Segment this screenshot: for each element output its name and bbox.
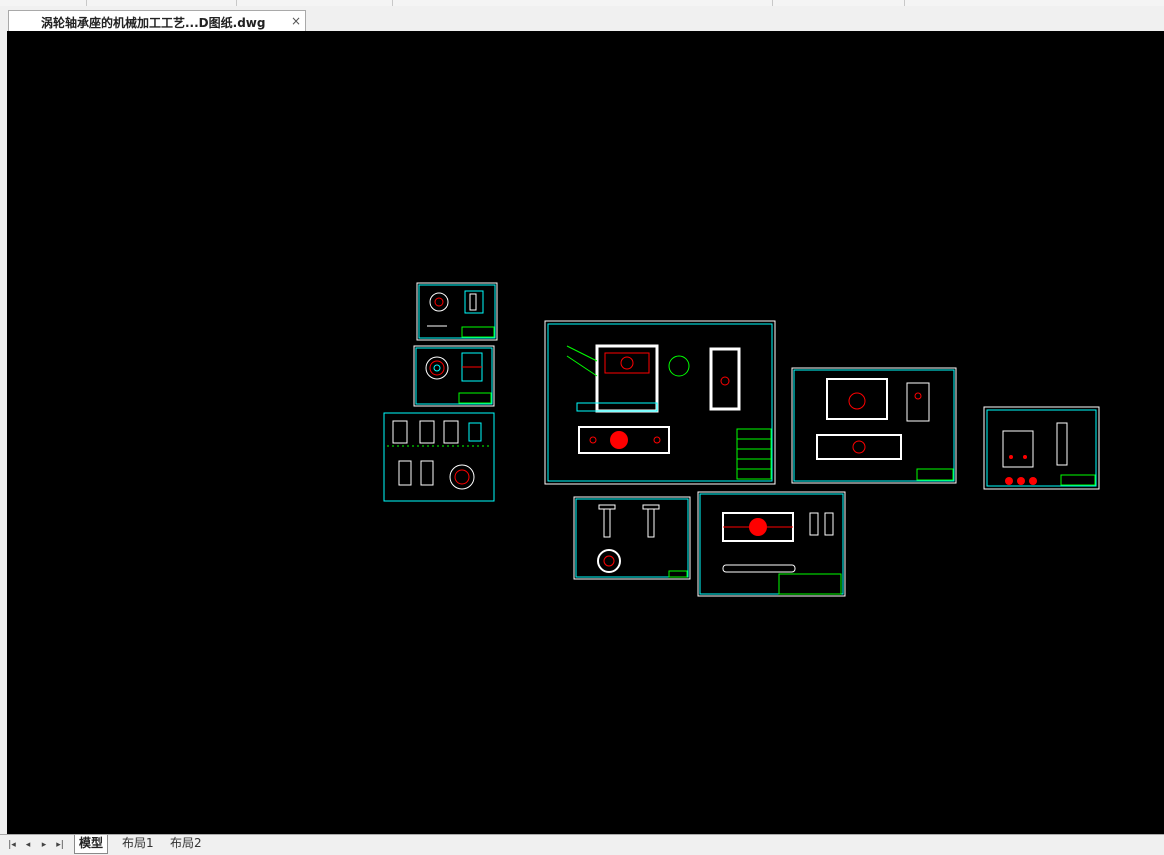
drawing-sheet[interactable] [791,367,957,484]
document-tab-bar: 涡轮轴承座的机械加工工艺...D图纸.dwg × [0,6,1164,32]
tab-layout1[interactable]: 布局1 [118,835,158,853]
previous-layout-icon[interactable]: ◂ [21,838,35,852]
last-layout-icon[interactable]: ▸| [53,838,67,852]
drawing-sheet[interactable] [983,406,1100,490]
drawing-sheet[interactable] [573,496,691,580]
document-tab[interactable]: 涡轮轴承座的机械加工工艺...D图纸.dwg × [8,10,306,31]
document-tab-title: 涡轮轴承座的机械加工工艺...D图纸.dwg [41,16,266,30]
drawing-sheet[interactable] [416,282,498,341]
next-layout-icon[interactable]: ▸ [37,838,51,852]
drawing-canvas[interactable] [7,31,1164,834]
drawing-sheet[interactable] [544,320,776,485]
drawing-sheet[interactable] [413,345,495,407]
model-space-drawings [383,282,1100,597]
drawing-sheet[interactable] [383,412,495,502]
first-layout-icon[interactable]: |◂ [5,838,19,852]
tab-layout2[interactable]: 布局2 [166,835,206,853]
close-tab-icon[interactable]: × [291,14,301,28]
canvas-left-border [0,31,7,834]
tab-model[interactable]: 模型 [74,835,109,854]
layout-tab-bar: |◂ ◂ ▸ ▸| 模型 布局1 布局2 [0,834,1164,855]
drawing-sheet[interactable] [697,491,846,597]
